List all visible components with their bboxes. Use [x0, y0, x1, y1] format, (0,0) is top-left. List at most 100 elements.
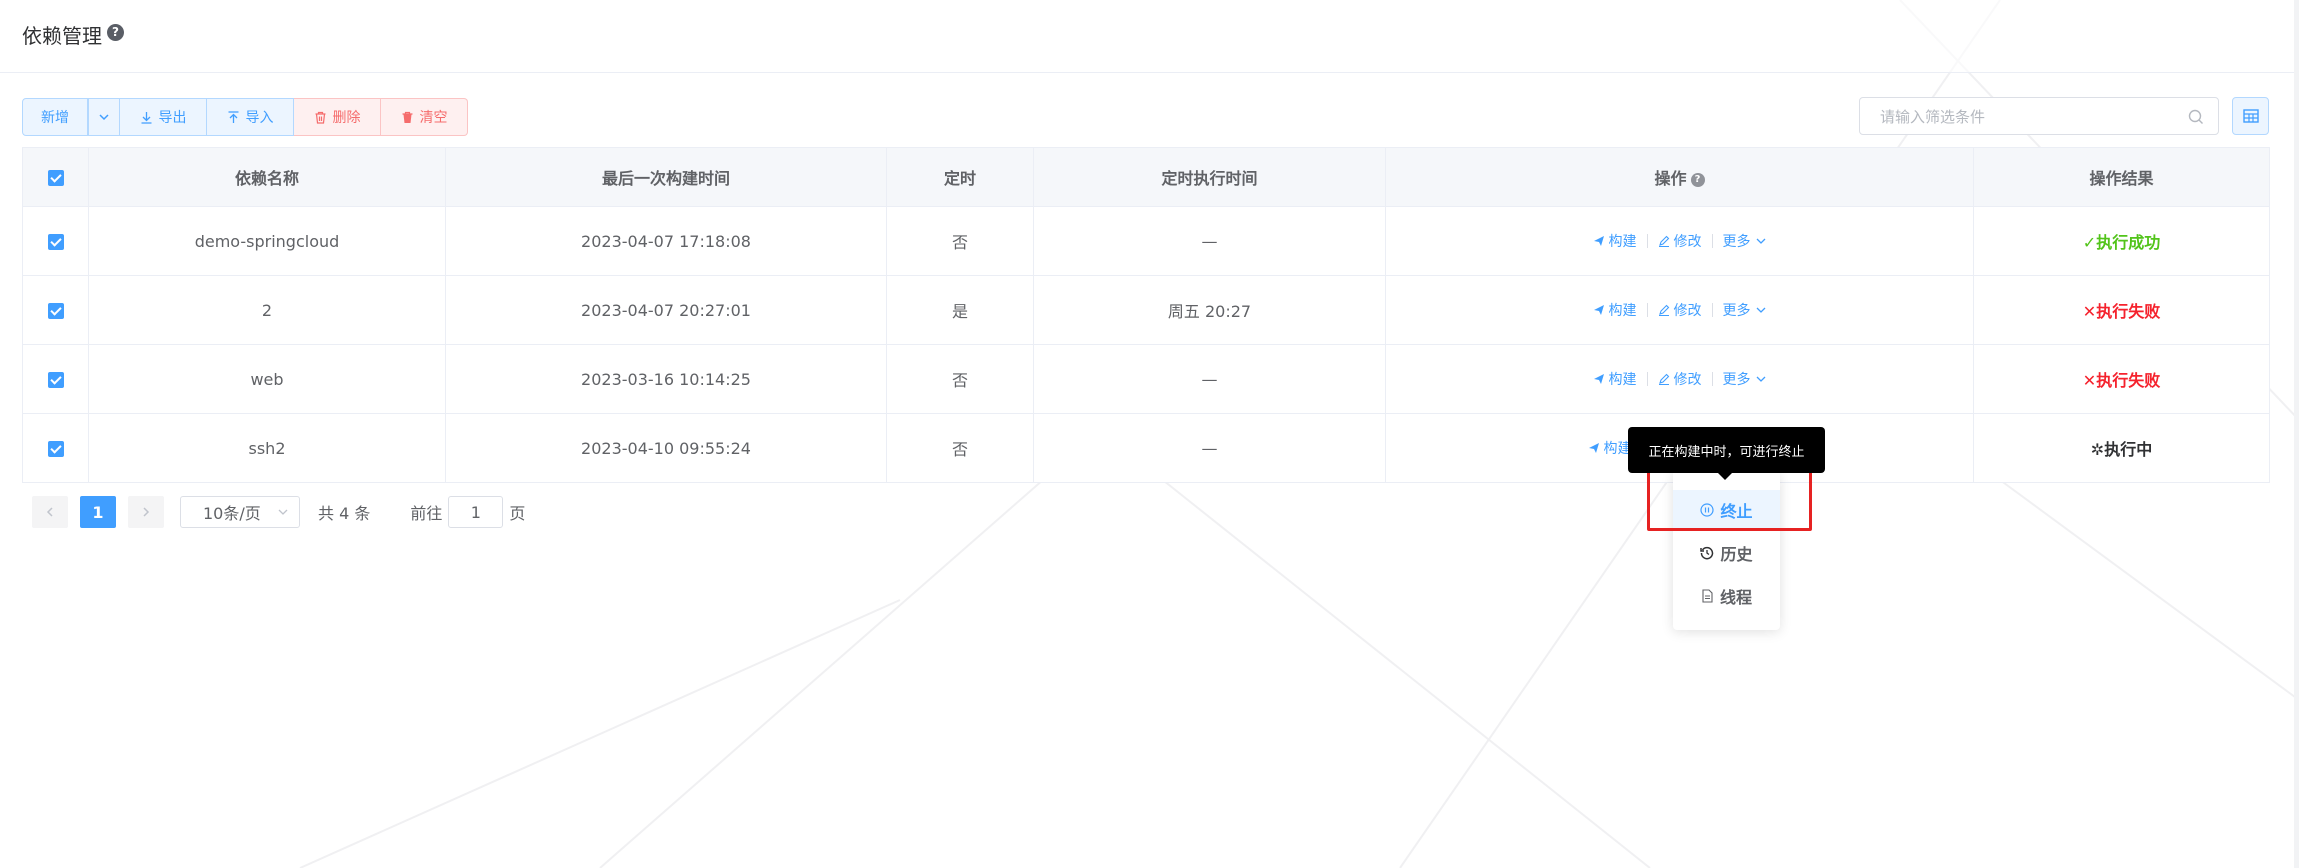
select-all-checkbox[interactable] — [47, 170, 64, 186]
scrollbar-track[interactable] — [2294, 0, 2299, 868]
cell-name: web — [88, 344, 446, 414]
build-link[interactable]: 构建 — [1593, 231, 1637, 251]
more-label: 更多 — [1722, 234, 1751, 250]
row-checkbox[interactable] — [47, 234, 64, 250]
search-input[interactable] — [1878, 98, 2182, 136]
row-select-cell — [22, 413, 89, 483]
result-success: ✓执行成功 — [2082, 233, 2161, 252]
import-button[interactable]: 导入 — [207, 98, 294, 136]
file-icon — [1702, 589, 1713, 603]
action-divider — [1711, 234, 1713, 248]
column-settings-button[interactable] — [2232, 97, 2269, 135]
more-link[interactable]: 更多 — [1723, 300, 1767, 320]
trash-filled-icon — [402, 111, 412, 123]
row-checkbox[interactable] — [47, 372, 64, 388]
search-icon[interactable] — [2188, 109, 2204, 125]
action-divider — [1711, 303, 1713, 317]
tooltip-text: 正在构建中时，可进行终止 — [1648, 444, 1805, 460]
column-header-last-build[interactable]: 最后一次构建时间 — [445, 147, 887, 207]
clear-button[interactable]: 清空 — [381, 98, 468, 136]
chevron-down-icon — [1756, 238, 1765, 244]
cell-schedule-time: 周五 20:27 — [1033, 275, 1386, 345]
row-checkbox[interactable] — [47, 303, 64, 319]
cell-scheduled: 否 — [886, 344, 1034, 414]
prev-page-button[interactable] — [32, 496, 68, 528]
help-icon[interactable]: ? — [1690, 172, 1705, 187]
build-label: 构建 — [1608, 234, 1637, 250]
menu-item-history-label: 历史 — [1720, 545, 1753, 564]
cell-result: ✕执行失败 — [1973, 344, 2270, 414]
edit-link[interactable]: 修改 — [1658, 369, 1702, 389]
action-divider — [1711, 372, 1713, 386]
cell-actions: 构建 修改 更多 — [1385, 344, 1974, 414]
chevron-down-icon — [1756, 376, 1765, 382]
column-header-actions-label: 操作 — [1654, 169, 1687, 188]
select-all-cell — [22, 147, 89, 207]
cell-name: ssh2 — [88, 413, 446, 483]
add-button[interactable]: 新增 — [22, 98, 88, 136]
build-link[interactable]: 构建 — [1593, 300, 1637, 320]
dependency-table: 依赖名称 最后一次构建时间 定时 定时执行时间 操作? 操作结果 demo-sp… — [22, 147, 2270, 483]
build-link[interactable]: 构建 — [1588, 438, 1632, 458]
page-title: 依赖管理 — [22, 24, 102, 48]
table-row: web 2023-03-16 10:14:25 否 — 构建 修改 更多 ✕执行… — [22, 344, 2270, 414]
help-icon[interactable]: ? — [107, 24, 124, 41]
edit-link[interactable]: 修改 — [1658, 231, 1702, 251]
history-icon — [1700, 546, 1714, 560]
add-button-label: 新增 — [41, 110, 69, 126]
toolbar: 新增 导出 导入 删除 清空 — [22, 98, 468, 136]
column-header-result[interactable]: 操作结果 — [1973, 147, 2270, 207]
cell-result: ✲执行中 — [1973, 413, 2270, 483]
more-link[interactable]: 更多 — [1723, 369, 1767, 389]
edit-label: 修改 — [1673, 372, 1702, 388]
page-number-button[interactable]: 1 — [80, 496, 116, 528]
total-count: 共 4 条 — [318, 504, 371, 523]
search-field — [1859, 97, 2219, 136]
delete-button[interactable]: 删除 — [294, 98, 381, 136]
add-dropdown-button[interactable] — [88, 98, 120, 136]
export-button-label: 导出 — [158, 110, 187, 126]
column-header-name[interactable]: 依赖名称 — [88, 147, 446, 207]
cell-scheduled: 否 — [886, 413, 1034, 483]
goto-suffix: 页 — [509, 504, 526, 523]
result-running: ✲执行中 — [2090, 440, 2153, 459]
edit-link[interactable]: 修改 — [1658, 300, 1702, 320]
more-link[interactable]: 更多 — [1723, 231, 1767, 251]
page-size-value: 10条/页 — [203, 504, 261, 523]
column-header-schedule-time[interactable]: 定时执行时间 — [1033, 147, 1386, 207]
menu-item-thread[interactable]: 线程 — [1673, 576, 1780, 616]
cell-last-build: 2023-04-07 17:18:08 — [445, 206, 887, 276]
goto-page-input[interactable] — [448, 496, 504, 528]
row-checkbox[interactable] — [47, 441, 64, 457]
menu-item-history[interactable]: 历史 — [1673, 533, 1780, 573]
cell-actions: 构建 修改 更多 — [1385, 275, 1974, 345]
next-page-button[interactable] — [128, 496, 164, 528]
page-size-select[interactable]: 10条/页 — [180, 496, 300, 528]
build-link[interactable]: 构建 — [1593, 369, 1637, 389]
column-header-scheduled[interactable]: 定时 — [886, 147, 1034, 207]
action-divider — [1646, 303, 1648, 317]
pagination: 1 10条/页 共 4 条 前往 页 — [32, 496, 525, 528]
tooltip: 正在构建中时，可进行终止 — [1628, 427, 1825, 473]
chevron-down-icon — [1756, 307, 1765, 313]
cell-name: demo-springcloud — [88, 206, 446, 276]
send-icon — [1588, 443, 1599, 453]
send-icon — [1593, 236, 1604, 246]
edit-icon — [1658, 304, 1669, 316]
clear-button-label: 清空 — [419, 110, 448, 126]
cell-last-build: 2023-03-16 10:14:25 — [445, 344, 887, 414]
trash-icon — [315, 111, 325, 124]
row-select-cell — [22, 206, 89, 276]
table-header-row: 依赖名称 最后一次构建时间 定时 定时执行时间 操作? 操作结果 — [22, 147, 2270, 207]
delete-button-label: 删除 — [332, 110, 361, 126]
action-divider — [1646, 372, 1648, 386]
send-icon — [1593, 305, 1604, 315]
result-text: 执行失败 — [2096, 371, 2161, 390]
build-label: 构建 — [1608, 303, 1637, 319]
action-divider — [1646, 234, 1648, 248]
cell-result: ✓执行成功 — [1973, 206, 2270, 276]
chevron-right-icon — [143, 507, 150, 517]
table-row: 2 2023-04-07 20:27:01 是 周五 20:27 构建 修改 更… — [22, 275, 2270, 345]
export-button[interactable]: 导出 — [120, 98, 207, 136]
menu-item-thread-label: 线程 — [1719, 588, 1752, 607]
